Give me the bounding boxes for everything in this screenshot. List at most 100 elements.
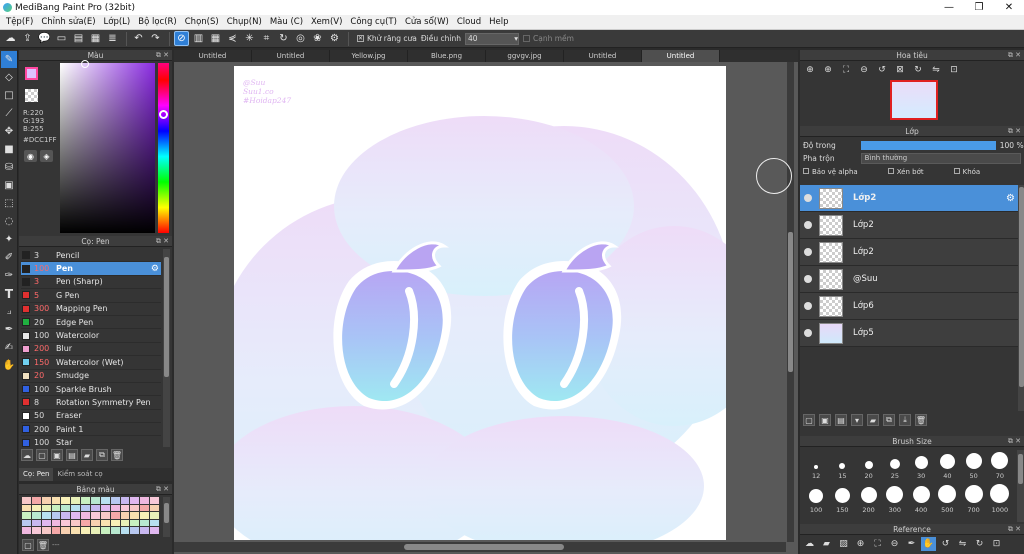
palette-swatch[interactable] [31, 519, 41, 526]
snap-perspective-icon[interactable]: ⌗ [259, 31, 274, 46]
undo-icon[interactable]: ↶ [131, 31, 146, 46]
document-icon[interactable]: ▤ [71, 31, 86, 46]
palette-swatch[interactable] [130, 497, 140, 504]
palette-swatch[interactable] [120, 512, 130, 519]
snap-vanish-icon[interactable]: ⋞ [225, 31, 240, 46]
palette-swatch[interactable] [150, 504, 159, 511]
brush-item[interactable]: 300 Mapping Pen [21, 303, 161, 316]
panel-close-icon[interactable]: ⧉ ✕ [1008, 525, 1021, 534]
zoom-icon[interactable]: ⊕ [802, 63, 818, 77]
brush-size-scrollbar[interactable] [1017, 450, 1024, 522]
palette-swatch[interactable] [61, 497, 71, 504]
palette-swatch[interactable] [41, 519, 51, 526]
antialias-checkbox[interactable]: ✕ Khử răng cưa [357, 34, 417, 43]
zoom-out-icon[interactable]: ⊖ [887, 537, 902, 551]
text-tool-icon[interactable]: T [1, 285, 17, 302]
brush-size-option[interactable]: 25 [882, 450, 908, 480]
drawing-canvas[interactable]: @Suu Suu1.co #Hoidap247 [234, 66, 726, 540]
palette-swatch[interactable] [71, 519, 81, 526]
pen-tool-icon[interactable]: ✍ [1, 339, 17, 356]
minimize-button[interactable]: — [934, 0, 964, 15]
rotate-left-icon[interactable]: ↺ [874, 63, 890, 77]
grid-icon[interactable]: ▦ [88, 31, 103, 46]
gear-icon[interactable]: ⚙ [1006, 193, 1015, 204]
palette-swatch[interactable] [81, 527, 90, 534]
brush-size-option[interactable]: 200 [856, 484, 882, 514]
fit-icon[interactable]: ⛶ [870, 537, 885, 551]
brush-size-option[interactable]: 500 [934, 484, 960, 514]
palette-swatch[interactable] [90, 519, 100, 526]
properties-icon[interactable]: ▤ [66, 449, 78, 461]
tab-brush[interactable]: Cọ: Pen [19, 468, 54, 481]
lock-view-icon[interactable]: ⊡ [946, 63, 962, 77]
main-color-swatch[interactable] [25, 67, 38, 80]
palette-swatch[interactable] [130, 527, 140, 534]
palette-swatch[interactable] [100, 497, 110, 504]
palette-swatch[interactable] [61, 519, 71, 526]
palette-swatch[interactable] [150, 519, 159, 526]
layer-row[interactable]: Lớp5 [800, 320, 1018, 347]
flip-icon[interactable]: ⇋ [955, 537, 970, 551]
visibility-icon[interactable] [804, 221, 812, 229]
zoom-out-icon[interactable]: ⊖ [856, 63, 872, 77]
menu-window[interactable]: Cửa sổ(W) [401, 17, 453, 27]
palette-swatch[interactable] [51, 497, 61, 504]
palette-swatch[interactable] [31, 512, 41, 519]
palette-swatch[interactable] [110, 512, 120, 519]
palette-swatch[interactable] [140, 512, 150, 519]
merge-icon[interactable]: ⤓ [899, 414, 911, 426]
eyedropper-icon[interactable]: ✒ [1, 321, 17, 338]
palette-swatch[interactable] [81, 519, 90, 526]
hand-icon[interactable]: ✋ [921, 537, 936, 551]
brush-size-option[interactable]: 400 [908, 484, 934, 514]
palette-swatch[interactable] [71, 527, 81, 534]
lock-icon[interactable]: ⊡ [989, 537, 1004, 551]
doc-tab[interactable]: Untitled [174, 50, 252, 62]
panel-close-icon[interactable]: ⧉ ✕ [1008, 127, 1021, 136]
comment-icon[interactable]: 💬 [37, 31, 52, 46]
eraser-tool-icon[interactable]: ◇ [1, 69, 17, 86]
brush-list-scrollbar[interactable] [163, 249, 170, 447]
color-wheel-icon[interactable]: ◉ [24, 150, 37, 162]
canvas-horizontal-scrollbar[interactable] [174, 542, 786, 552]
layer-row[interactable]: Lớp2 [800, 212, 1018, 239]
palette-swatch[interactable] [61, 504, 71, 511]
new-brush-icon[interactable]: ▢ [36, 449, 48, 461]
menu-filter[interactable]: Bộ lọc(R) [134, 17, 181, 27]
adjust-select[interactable]: 40 ▾ [465, 32, 519, 45]
zoom-in-icon[interactable]: ⊕ [820, 63, 836, 77]
menu-select[interactable]: Chọn(S) [181, 17, 223, 27]
gear-icon[interactable]: ⚙ [151, 264, 159, 274]
gradient-tool-icon[interactable]: ▣ [1, 177, 17, 194]
doc-tab-active[interactable]: Untitled [642, 50, 720, 62]
layer-list-scrollbar[interactable] [1018, 185, 1024, 411]
layer-row[interactable]: @Suu [800, 266, 1018, 293]
palette-swatch[interactable] [130, 512, 140, 519]
image-icon[interactable]: ▨ [836, 537, 851, 551]
palette-swatch[interactable] [150, 512, 159, 519]
sub-color-swatch[interactable] [25, 89, 38, 102]
zoom-in-icon[interactable]: ⊕ [853, 537, 868, 551]
palette-swatch[interactable] [90, 512, 100, 519]
new-halftone-layer-icon[interactable]: ▣ [819, 414, 831, 426]
add-brush-icon[interactable]: ▣ [51, 449, 63, 461]
palette-swatch[interactable] [100, 527, 110, 534]
brush-item[interactable]: 150 Watercolor (Wet) [21, 356, 161, 370]
palette-swatch[interactable] [150, 527, 159, 534]
brush-item[interactable]: 3 Pencil [21, 249, 161, 263]
menu-capture[interactable]: Chụp(N) [223, 17, 266, 27]
palette-swatch[interactable] [110, 497, 120, 504]
menu-layer[interactable]: Lớp(L) [100, 17, 135, 27]
layer-row[interactable]: Lớp6 [800, 293, 1018, 320]
palette-swatch[interactable] [120, 504, 130, 511]
panel-close-icon[interactable]: ⧉ ✕ [1008, 437, 1021, 446]
eyedropper-icon[interactable]: ✒ [904, 537, 919, 551]
color-slider-icon[interactable]: ◈ [40, 150, 53, 162]
protect-alpha-checkbox[interactable]: Bảo vệ alpha [803, 168, 858, 176]
bucket-tool-icon[interactable]: ⛁ [1, 159, 17, 176]
palette-swatch[interactable] [41, 504, 51, 511]
redo-icon[interactable]: ↷ [148, 31, 163, 46]
panel-close-icon[interactable]: ⧉ ✕ [156, 237, 169, 246]
visibility-icon[interactable] [804, 275, 812, 283]
layer-row[interactable]: Lớp2 [800, 239, 1018, 266]
